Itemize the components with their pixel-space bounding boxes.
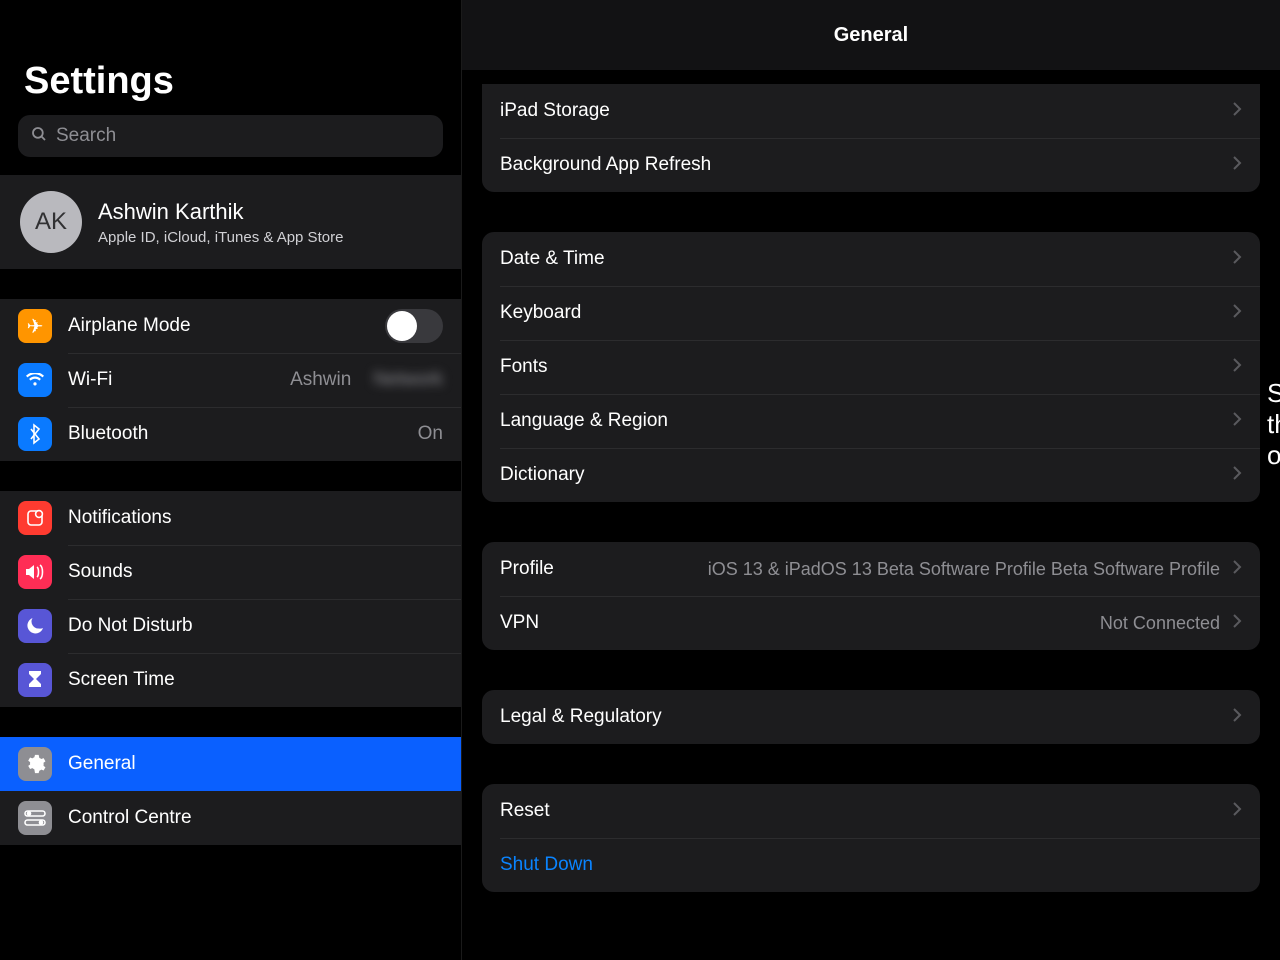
settings-sidebar: Settings AK Ashwin Karthik Apple ID, iCl… bbox=[0, 0, 462, 960]
wifi-network-blurred: Network bbox=[373, 369, 443, 391]
row-label: Shut Down bbox=[500, 854, 593, 876]
sidebar-item-label: Sounds bbox=[68, 561, 443, 583]
sidebar-item-label: Notifications bbox=[68, 507, 443, 529]
row-label: Profile bbox=[500, 558, 554, 580]
chevron-right-icon bbox=[1232, 249, 1242, 270]
hourglass-icon bbox=[18, 663, 52, 697]
sidebar-item-bluetooth[interactable]: Bluetooth On bbox=[0, 407, 461, 461]
sidebar-item-sounds[interactable]: Sounds bbox=[0, 545, 461, 599]
sidebar-item-label: Wi-Fi bbox=[68, 369, 274, 391]
chevron-right-icon bbox=[1232, 411, 1242, 432]
sidebar-item-dnd[interactable]: Do Not Disturb bbox=[0, 599, 461, 653]
airplane-toggle[interactable] bbox=[385, 309, 443, 343]
sidebar-group-alerts: Notifications Sounds Do Not Disturb bbox=[0, 491, 461, 707]
sidebar-item-control-centre[interactable]: Control Centre bbox=[0, 791, 461, 845]
sidebar-item-label: Control Centre bbox=[68, 807, 443, 829]
row-label: iPad Storage bbox=[500, 100, 610, 122]
sidebar-group-system: General Control Centre bbox=[0, 737, 461, 845]
moon-icon bbox=[18, 609, 52, 643]
sidebar-item-screentime[interactable]: Screen Time bbox=[0, 653, 461, 707]
chevron-right-icon bbox=[1232, 357, 1242, 378]
annotation-label: Select this option bbox=[1267, 378, 1280, 471]
bluetooth-icon bbox=[18, 417, 52, 451]
row-label: Reset bbox=[500, 800, 550, 822]
chevron-right-icon bbox=[1232, 101, 1242, 122]
sidebar-item-general[interactable]: General bbox=[0, 737, 461, 791]
gear-icon bbox=[18, 747, 52, 781]
sidebar-item-label: Screen Time bbox=[68, 669, 443, 691]
chevron-right-icon bbox=[1232, 559, 1242, 580]
row-label: Fonts bbox=[500, 356, 548, 378]
airplane-icon: ✈︎ bbox=[18, 309, 52, 343]
sidebar-item-notifications[interactable]: Notifications bbox=[0, 491, 461, 545]
account-name: Ashwin Karthik bbox=[98, 199, 343, 225]
row-label: Background App Refresh bbox=[500, 154, 711, 176]
row-label: Dictionary bbox=[500, 464, 584, 486]
sidebar-item-label: General bbox=[68, 753, 443, 775]
detail-title: General bbox=[462, 0, 1280, 70]
chevron-right-icon bbox=[1232, 155, 1242, 176]
sidebar-item-label: Airplane Mode bbox=[68, 315, 369, 337]
toggles-icon bbox=[18, 801, 52, 835]
row-keyboard[interactable]: Keyboard bbox=[482, 286, 1260, 340]
sidebar-item-label: Do Not Disturb bbox=[68, 615, 443, 637]
row-shut-down[interactable]: Shut Down bbox=[482, 838, 1260, 892]
sounds-icon bbox=[18, 555, 52, 589]
row-dictionary[interactable]: Dictionary bbox=[482, 448, 1260, 502]
row-fonts[interactable]: Fonts bbox=[482, 340, 1260, 394]
apple-id-account-row[interactable]: AK Ashwin Karthik Apple ID, iCloud, iTun… bbox=[0, 175, 461, 269]
chevron-right-icon bbox=[1232, 613, 1242, 634]
row-ipad-storage[interactable]: iPad Storage bbox=[482, 84, 1260, 138]
profile-value: iOS 13 & iPadOS 13 Beta Software Profile… bbox=[708, 559, 1220, 580]
row-vpn[interactable]: VPN Not Connected bbox=[482, 596, 1260, 650]
row-legal-regulatory[interactable]: Legal & Regulatory bbox=[482, 690, 1260, 744]
wifi-icon bbox=[18, 363, 52, 397]
row-label: Language & Region bbox=[500, 410, 668, 432]
row-background-app-refresh[interactable]: Background App Refresh bbox=[482, 138, 1260, 192]
row-profile[interactable]: Profile iOS 13 & iPadOS 13 Beta Software… bbox=[482, 542, 1260, 596]
detail-pane: General iPad Storage Background App Refr… bbox=[462, 0, 1280, 960]
avatar: AK bbox=[20, 191, 82, 253]
search-icon bbox=[30, 125, 48, 148]
chevron-right-icon bbox=[1232, 303, 1242, 324]
row-label: Keyboard bbox=[500, 302, 581, 324]
sidebar-item-wifi[interactable]: Wi-Fi Ashwin Network bbox=[0, 353, 461, 407]
vpn-status: Not Connected bbox=[1100, 613, 1220, 634]
sidebar-item-airplane[interactable]: ✈︎ Airplane Mode bbox=[0, 299, 461, 353]
row-language-region[interactable]: Language & Region bbox=[482, 394, 1260, 448]
bluetooth-status: On bbox=[418, 423, 443, 445]
search-field[interactable] bbox=[18, 115, 443, 157]
chevron-right-icon bbox=[1232, 465, 1242, 486]
sidebar-group-connectivity: ✈︎ Airplane Mode Wi-Fi Ashwin Network bbox=[0, 299, 461, 461]
notifications-icon bbox=[18, 501, 52, 535]
row-reset[interactable]: Reset bbox=[482, 784, 1260, 838]
chevron-right-icon bbox=[1232, 801, 1242, 822]
wifi-network-name: Ashwin bbox=[290, 369, 351, 391]
account-subtitle: Apple ID, iCloud, iTunes & App Store bbox=[98, 229, 343, 246]
search-input[interactable] bbox=[56, 125, 431, 147]
row-date-time[interactable]: Date & Time bbox=[482, 232, 1260, 286]
chevron-right-icon bbox=[1232, 707, 1242, 728]
row-label: VPN bbox=[500, 612, 539, 634]
sidebar-item-label: Bluetooth bbox=[68, 423, 402, 445]
row-label: Date & Time bbox=[500, 248, 605, 270]
row-label: Legal & Regulatory bbox=[500, 706, 662, 728]
page-title: Settings bbox=[0, 42, 461, 115]
